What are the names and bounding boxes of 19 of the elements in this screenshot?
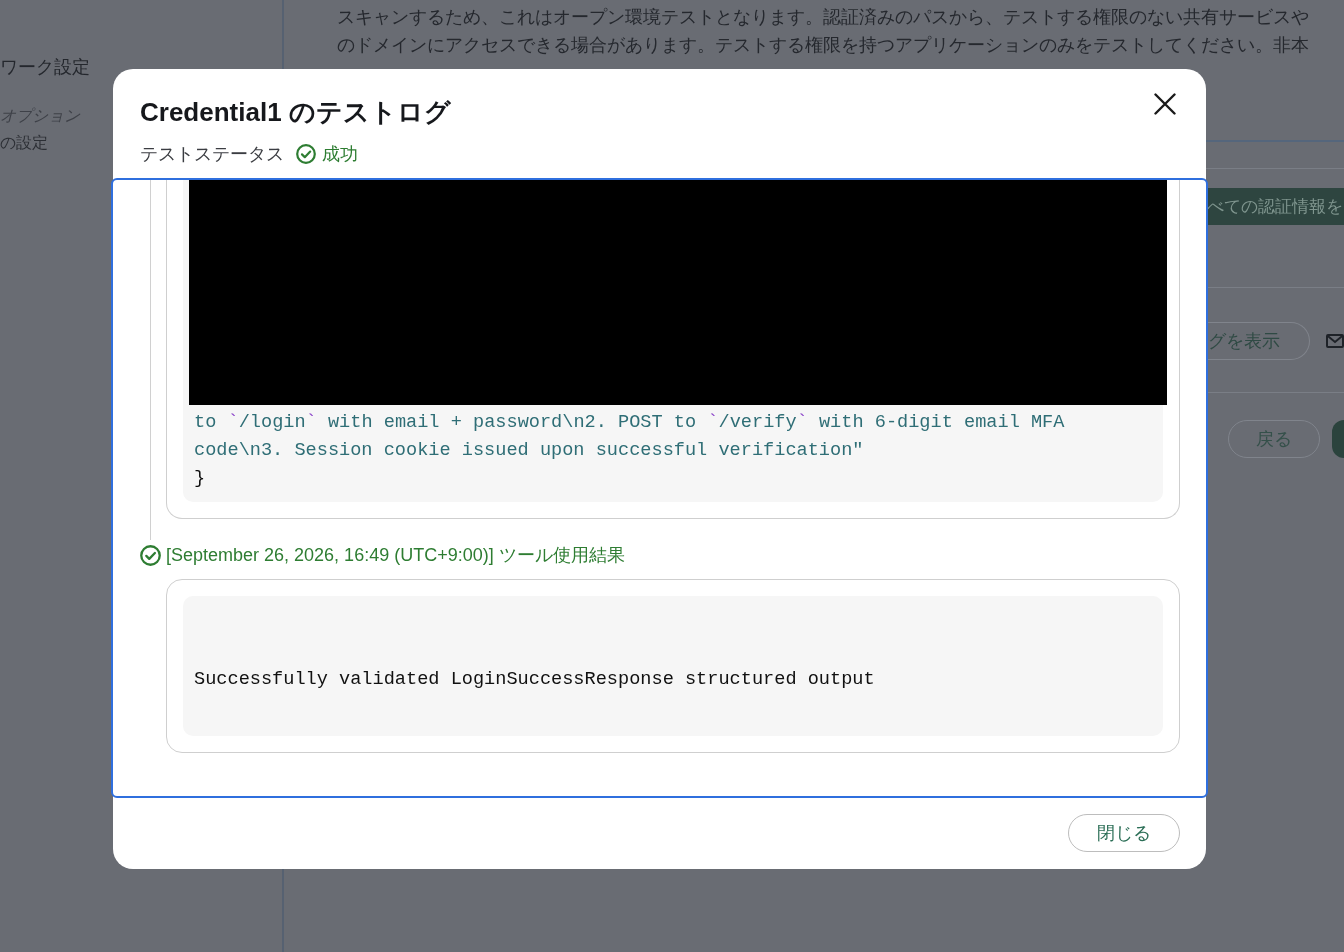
primary-button[interactable] <box>1332 420 1344 458</box>
sidebar-item[interactable]: ワーク設定 <box>0 55 90 79</box>
sidebar-item[interactable]: の設定 <box>0 129 48 156</box>
dialog-title: Credential1 のテストログ <box>140 96 451 129</box>
code-line: } <box>194 467 206 491</box>
check-circle-icon <box>296 144 316 164</box>
notice-text: スキャンするため、これはオープン環境テストとなります。認証済みのパスから、テストする権限のない共有サービスや <box>337 5 1309 29</box>
code-line: to `/login` with email + password\n2. POST to `/verify` with 6-digit email MFA <box>194 411 1065 435</box>
entry-heading: [September 26, 2026, 16:49 (UTC+9:00)] ツール使用結果 <box>166 544 625 567</box>
close-icon <box>1154 93 1176 115</box>
close-button[interactable] <box>1153 92 1177 116</box>
output-text: Successfully validated LoginSuccessResponse structured output <box>194 668 875 692</box>
mail-icon[interactable] <box>1326 334 1344 348</box>
primary-button[interactable]: べての認証情報を <box>1206 188 1344 225</box>
status-label: テストステータス <box>140 143 284 166</box>
status-text: 成功 <box>322 143 358 166</box>
close-dialog-button[interactable]: 閉じる <box>1068 814 1180 852</box>
notice-text: のドメインにアクセスできる場合があります。テストする権限を持つアプリケーションのみをテストしてください。非本 <box>337 33 1309 57</box>
code-line: code\n3. Session cookie issued upon successful verification" <box>194 439 864 463</box>
